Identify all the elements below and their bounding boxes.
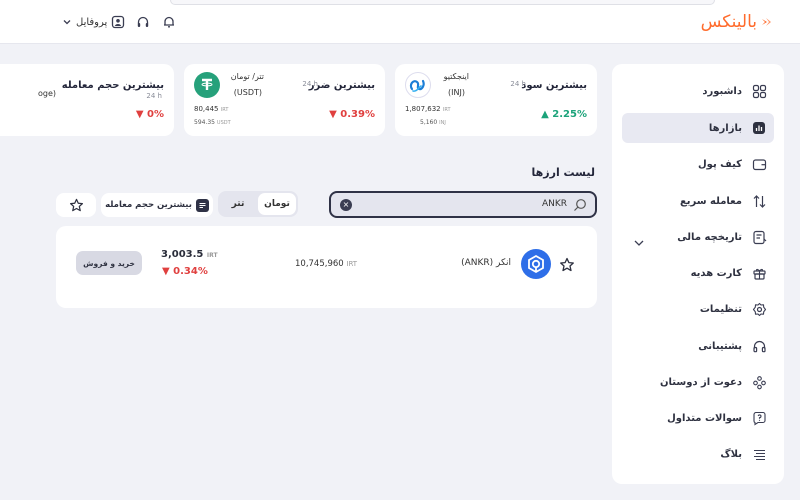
card-title: بیشترین حجم معامله (61, 80, 164, 91)
coin-name: اینجکتیو (443, 72, 469, 81)
sidebar-item-label: بلاگ (720, 448, 742, 460)
card-period: 24 h (510, 80, 526, 88)
coin-price-irt: 80,445 IRT (194, 105, 229, 113)
coin-symbol: (USDT) (233, 88, 262, 97)
card-change: ▲ 2.25% (541, 109, 587, 120)
sidebar-item-label: کارت هدیه (690, 267, 742, 279)
favorite-star-icon[interactable] (559, 257, 575, 273)
coin-symbol: (INJ) (448, 88, 465, 97)
sidebar: داشبورد بازارها کیف پول معامله سریع تاری… (612, 64, 784, 484)
sidebar-item-label: کیف پول (698, 158, 742, 170)
change-cell: ▼ 0.34% (162, 266, 208, 277)
sidebar-item-label: سوالات متداول (667, 412, 742, 424)
toggle-toman[interactable]: تومان (258, 193, 296, 215)
coin-symbol-partial: oge) (38, 89, 57, 98)
search-value: ANKR (541, 199, 567, 209)
volume-cell: 10,745,960 IRT (295, 259, 358, 269)
sidebar-item-wallet[interactable]: کیف پول (622, 149, 774, 179)
sidebar-item-dashboard[interactable]: داشبورد (622, 76, 774, 106)
sidebar-item-label: بازارها (708, 122, 742, 134)
logo[interactable]: بالینکس (701, 12, 772, 32)
card-change: ▼ 0% (135, 109, 164, 120)
sort-icon (195, 198, 209, 212)
card-period: 24 h (146, 92, 162, 100)
logo-mark-icon (762, 18, 771, 26)
price-cell: 3,003.5 IRT (161, 249, 218, 260)
sidebar-item-faq[interactable]: سوالات متداول (622, 403, 774, 433)
sort-by-volume-button[interactable]: بیشترین حجم معامله (101, 193, 213, 217)
list-icon (750, 445, 768, 463)
coin-list-title: لیست ارزها (531, 166, 595, 179)
sidebar-item-quick-trade[interactable]: معامله سریع (622, 186, 774, 216)
ankr-coin-icon (521, 249, 551, 279)
question-icon (750, 409, 768, 427)
sort-label: بیشترین حجم معامله (105, 200, 192, 210)
coin-price-usdt: 594.35 USDT (194, 119, 231, 126)
clear-search-icon[interactable]: × (340, 199, 352, 211)
profile-menu[interactable]: پروفایل (62, 15, 125, 29)
swap-arrows-icon (750, 192, 768, 210)
chevron-down-icon (63, 20, 71, 25)
profile-label: پروفایل (76, 16, 108, 28)
users-icon (750, 373, 768, 391)
sidebar-item-label: تاریخچه مالی (677, 231, 742, 243)
sidebar-item-support[interactable]: پشتیبانی (622, 331, 774, 361)
header-actions: پروفایل (62, 14, 177, 30)
sidebar-item-label: داشبورد (702, 85, 742, 97)
bell-icon[interactable] (161, 14, 177, 30)
injective-coin-icon (405, 72, 431, 98)
sidebar-item-markets[interactable]: بازارها (622, 113, 774, 143)
history-icon (750, 228, 768, 246)
dashboard-grid-icon (750, 82, 768, 100)
chart-icon (750, 119, 768, 137)
toggle-tether[interactable]: تتر (220, 193, 256, 215)
top-volume-card[interactable]: بیشترین حجم معامله 24 h oge) ▼ 0% (0, 64, 174, 136)
top-gainer-card[interactable]: بیشترین سود 24 h ▲ 2.25% اینجکتیو (INJ) … (395, 64, 597, 136)
table-row[interactable]: (ANKR) انکر 10,745,960 IRT 3,003.5 IRT ▼… (56, 226, 597, 308)
search-icon (574, 199, 586, 211)
browser-strip (170, 0, 715, 5)
card-change: ▼ 0.39% (329, 109, 375, 120)
sidebar-item-blog[interactable]: بلاگ (622, 439, 774, 469)
currency-toggle[interactable]: تومان تتر (218, 191, 298, 217)
coin-name-cell: (ANKR) انکر (461, 258, 511, 268)
sidebar-item-label: پشتیبانی (698, 340, 742, 352)
headset-icon[interactable] (135, 14, 151, 30)
wallet-icon (750, 155, 768, 173)
logo-text: بالینکس (700, 12, 758, 32)
top-loser-card[interactable]: بیشترین ضرر 24 h ▼ 0.39% تتر/ تومان (USD… (184, 64, 385, 136)
sidebar-item-settings[interactable]: تنظیمات (622, 294, 774, 324)
sidebar-item-label: معامله سریع (679, 195, 742, 207)
favorites-filter-button[interactable] (56, 193, 96, 217)
card-period: 24 h (302, 80, 318, 88)
coin-price-irt: 1,807,632 IRT (405, 105, 451, 113)
gift-icon (750, 264, 768, 282)
chevron-down-icon[interactable] (632, 236, 646, 250)
buy-sell-button[interactable]: خرید و فروش (76, 251, 142, 275)
sidebar-item-label: تنظیمات (699, 303, 742, 315)
headset-icon (750, 337, 768, 355)
top-header: بالینکس پروفایل (0, 0, 800, 44)
sidebar-item-gift-card[interactable]: کارت هدیه (622, 258, 774, 288)
coin-name: تتر/ تومان (230, 72, 264, 81)
sidebar-item-label: دعوت از دوستان (660, 376, 742, 388)
gear-icon (750, 300, 768, 318)
card-title: بیشترین سود (521, 80, 587, 91)
search-input[interactable]: ANKR × (329, 191, 597, 218)
sidebar-item-invite-friends[interactable]: دعوت از دوستان (622, 367, 774, 397)
user-avatar-icon (112, 15, 125, 29)
coin-price-usdt: 5,160 INJ (420, 119, 446, 126)
star-icon (69, 198, 83, 211)
tether-coin-icon (194, 72, 220, 98)
card-title: بیشترین ضرر (308, 80, 375, 91)
